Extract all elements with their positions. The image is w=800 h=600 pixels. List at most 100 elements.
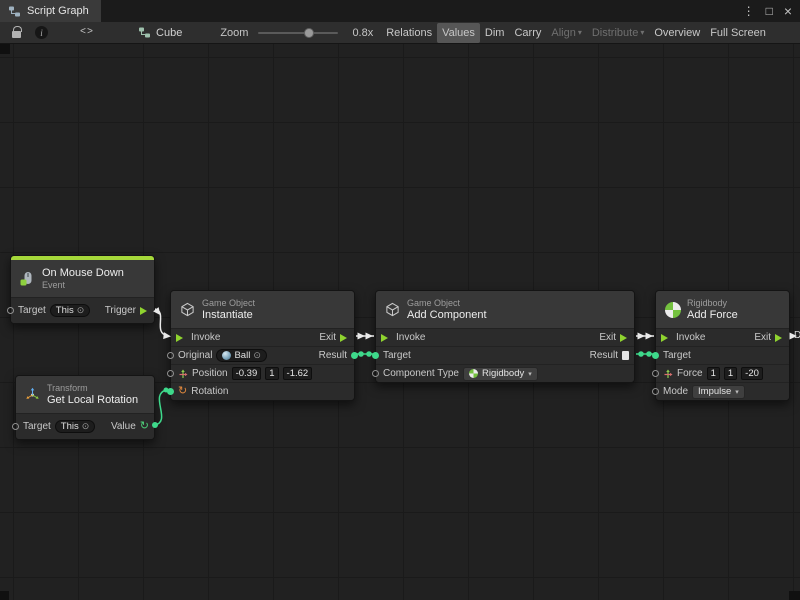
tab-title: Script Graph xyxy=(27,5,89,17)
node-title: On Mouse Down xyxy=(42,267,124,280)
zoom-slider-track xyxy=(258,32,338,34)
tab-script-graph[interactable]: Script Graph xyxy=(0,0,101,22)
target-port-label: Target xyxy=(383,350,411,361)
toolbar-button-distribute[interactable]: Distribute ▾ xyxy=(587,23,649,43)
mouse-event-icon xyxy=(19,271,36,286)
quaternion-value-port-icon[interactable]: ↻ xyxy=(140,421,149,432)
force-x-input[interactable]: 1 xyxy=(707,367,720,380)
component-type-label: Component Type xyxy=(383,368,459,379)
target-input-port[interactable] xyxy=(652,352,659,359)
exit-output-port[interactable] xyxy=(340,334,351,342)
caret-down-icon: ▾ xyxy=(578,28,582,37)
component-type-dropdown[interactable]: Rigidbody ▾ xyxy=(463,367,538,381)
target-port-label: Target xyxy=(663,350,691,361)
target-object-value: This xyxy=(61,421,79,432)
graph-breadcrumb[interactable]: Cube xyxy=(138,26,182,39)
node-instantiate[interactable]: Game Object Instantiate Invoke Exit Orig… xyxy=(170,290,355,401)
zoom-slider-thumb[interactable] xyxy=(304,28,314,38)
node-get-local-rotation[interactable]: Transform Get Local Rotation Target This… xyxy=(15,375,155,440)
toolbar-button-carry[interactable]: Carry xyxy=(509,23,546,43)
toolbar-button-overview[interactable]: Overview xyxy=(649,23,705,43)
rigidbody-icon xyxy=(469,369,478,378)
node-add-force[interactable]: Rigidbody Add Force Invoke Exit Target F… xyxy=(655,290,790,401)
toolbar-button-values[interactable]: Values xyxy=(437,23,480,43)
code-view-icon[interactable]: <> xyxy=(80,27,94,38)
invoke-input-port[interactable] xyxy=(381,334,392,342)
offscreen-node-fragment: D xyxy=(794,330,800,341)
position-y-input[interactable]: 1 xyxy=(265,367,278,380)
object-picker-icon[interactable]: ⊙ xyxy=(253,350,261,361)
target-input-port[interactable] xyxy=(7,307,14,314)
graph-name-label: Cube xyxy=(156,27,182,39)
exit-port-label: Exit xyxy=(599,332,616,343)
graph-toolbar: i <> Cube Zoom 0.8x Relations Values Dim… xyxy=(0,22,800,44)
force-port-label: Force xyxy=(677,368,703,379)
port-row: Force 1 1 -20 xyxy=(656,364,789,382)
node-on-mouse-down[interactable]: On Mouse Down Event Target This ⊙ Trigge… xyxy=(10,255,155,324)
original-object-chip[interactable]: Ball ⊙ xyxy=(216,349,266,362)
game-object-cube-icon xyxy=(179,302,196,317)
info-icon[interactable]: i xyxy=(35,26,48,39)
node-add-component[interactable]: Game Object Add Component Invoke Exit Ta… xyxy=(375,290,635,383)
vector3-icon xyxy=(663,369,673,379)
window-menu-kebab-icon[interactable]: ⋮ xyxy=(743,5,755,17)
invoke-input-port[interactable] xyxy=(176,334,187,342)
invoke-port-label: Invoke xyxy=(191,332,220,343)
flow-row: Invoke Exit xyxy=(376,328,634,346)
node-subtitle: Event xyxy=(42,280,124,291)
original-object-value: Ball xyxy=(234,350,250,361)
force-y-input[interactable]: 1 xyxy=(724,367,737,380)
position-input-port[interactable] xyxy=(167,370,174,377)
node-subtitle: Game Object xyxy=(407,298,487,309)
target-object-value: This xyxy=(56,305,74,316)
position-z-input[interactable]: -1.62 xyxy=(283,367,313,380)
trigger-output-port[interactable] xyxy=(140,307,151,315)
force-z-input[interactable]: -20 xyxy=(741,367,763,380)
result-output-port[interactable] xyxy=(351,352,358,359)
object-picker-icon[interactable]: ⊙ xyxy=(82,421,90,432)
exit-output-port[interactable] xyxy=(775,334,786,342)
toolbar-button-full-screen[interactable]: Full Screen xyxy=(705,23,771,43)
node-subtitle: Rigidbody xyxy=(687,298,738,309)
node-title: Add Component xyxy=(407,309,487,322)
rotation-input-port[interactable] xyxy=(167,388,174,395)
exit-output-port[interactable] xyxy=(620,334,631,342)
transform-icon xyxy=(24,387,41,402)
object-picker-icon[interactable]: ⊙ xyxy=(77,305,85,316)
port-row: ↻ Rotation xyxy=(171,382,354,400)
target-input-port[interactable] xyxy=(372,352,379,359)
component-result-icon[interactable] xyxy=(622,351,629,360)
position-x-input[interactable]: -0.39 xyxy=(232,367,262,380)
mode-dropdown[interactable]: Impulse ▾ xyxy=(692,385,745,399)
canvas-corner xyxy=(0,591,9,600)
port-row: Target This ⊙ Value ↻ xyxy=(16,413,154,439)
rigidbody-icon xyxy=(664,302,681,318)
target-object-chip[interactable]: This ⊙ xyxy=(50,304,91,317)
force-input-port[interactable] xyxy=(652,370,659,377)
port-row: Target This ⊙ Trigger xyxy=(11,297,154,323)
maximize-icon[interactable]: □ xyxy=(766,5,773,17)
toolbar-button-relations[interactable]: Relations xyxy=(381,23,437,43)
zoom-slider[interactable] xyxy=(258,28,338,38)
invoke-port-label: Invoke xyxy=(676,332,705,343)
close-icon[interactable]: × xyxy=(784,4,792,18)
target-input-port[interactable] xyxy=(12,423,19,430)
rotation-type-icon: ↻ xyxy=(178,386,187,397)
original-input-port[interactable] xyxy=(167,352,174,359)
align-label: Align xyxy=(551,27,575,39)
port-row: Target xyxy=(656,346,789,364)
node-subtitle: Transform xyxy=(47,383,138,394)
target-object-chip[interactable]: This ⊙ xyxy=(55,420,96,433)
lock-icon[interactable] xyxy=(12,31,21,38)
toolbar-button-dim[interactable]: Dim xyxy=(480,23,510,43)
rotation-port-label: Rotation xyxy=(191,386,228,397)
node-header: Transform Get Local Rotation xyxy=(16,376,154,413)
component-type-input-port[interactable] xyxy=(372,370,379,377)
invoke-input-port[interactable] xyxy=(661,334,672,342)
mode-input-port[interactable] xyxy=(652,388,659,395)
graph-canvas[interactable]: D On Mouse Down Event Target This ⊙ Trig… xyxy=(0,44,800,600)
node-title: Add Force xyxy=(687,309,738,322)
toolbar-button-align[interactable]: Align ▾ xyxy=(546,23,586,43)
exit-port-label: Exit xyxy=(754,332,771,343)
port-row: Component Type Rigidbody ▾ xyxy=(376,364,634,382)
